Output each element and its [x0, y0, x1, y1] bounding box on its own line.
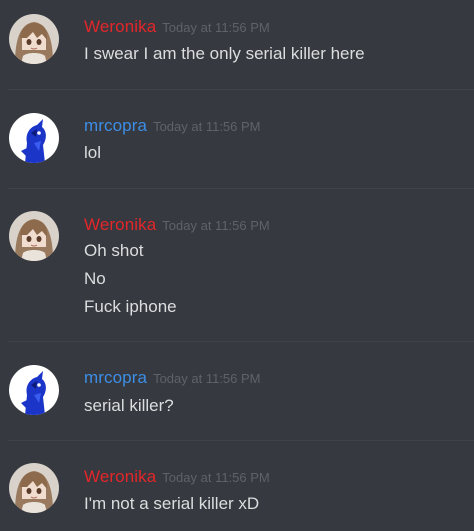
- timestamp: Today at 11:56 PM: [162, 20, 270, 35]
- anime-girl-avatar-icon[interactable]: [9, 14, 59, 64]
- blue-creature-avatar-icon[interactable]: [9, 365, 59, 415]
- message-divider: [8, 341, 474, 342]
- username[interactable]: Weronika: [84, 215, 156, 234]
- message-text: Fuck iphone: [84, 297, 177, 316]
- chat-message-list: Weronika Today at 11:56 PM I swear I am t…: [0, 0, 474, 531]
- message-text: lol: [84, 143, 102, 162]
- message-divider: [8, 89, 474, 90]
- timestamp: Today at 11:56 PM: [153, 119, 261, 134]
- blue-creature-avatar-icon[interactable]: [9, 113, 59, 163]
- message-header: Weronika Today at 11:56 PM: [84, 467, 270, 488]
- timestamp: Today at 11:56 PM: [153, 371, 261, 386]
- message-header: mrcopra Today at 11:56 PM: [84, 116, 261, 137]
- username[interactable]: mrcopra: [84, 368, 147, 387]
- message-text: I swear I am the only serial killer here: [84, 44, 365, 63]
- message-header: Weronika Today at 11:56 PM: [84, 17, 270, 38]
- username[interactable]: Weronika: [84, 467, 156, 486]
- message-header: Weronika Today at 11:56 PM: [84, 215, 270, 236]
- username[interactable]: Weronika: [84, 17, 156, 36]
- message-text: No: [84, 269, 106, 288]
- anime-girl-avatar-icon[interactable]: [9, 463, 59, 513]
- timestamp: Today at 11:56 PM: [162, 218, 270, 233]
- message-divider: [8, 440, 474, 441]
- message-header: mrcopra Today at 11:56 PM: [84, 368, 261, 389]
- anime-girl-avatar-icon[interactable]: [9, 211, 59, 261]
- username[interactable]: mrcopra: [84, 116, 147, 135]
- timestamp: Today at 11:56 PM: [162, 470, 270, 485]
- message-text: serial killer?: [84, 396, 174, 415]
- message-divider: [8, 188, 474, 189]
- message-text: I'm not a serial killer xD: [84, 494, 260, 513]
- message-text: Oh shot: [84, 241, 144, 260]
